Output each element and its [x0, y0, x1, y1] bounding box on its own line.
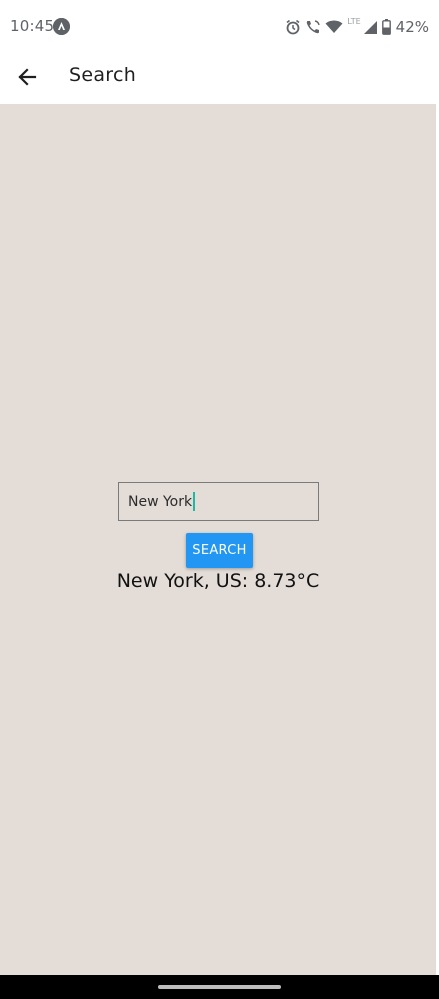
content-area: New York SEARCH New York, US: 8.73°C — [0, 104, 436, 975]
page-title: Search — [69, 64, 137, 86]
lte-label: LTE — [347, 16, 361, 26]
home-gesture-handle[interactable] — [158, 985, 281, 989]
weather-result: New York, US: 8.73°C — [116, 570, 320, 592]
wifi-calling-icon — [305, 19, 321, 35]
battery-percent: 42% — [395, 18, 429, 36]
screen: 10:45 LTE 42% Search New York SEARCH New… — [0, 0, 439, 999]
cell-signal-icon — [363, 20, 378, 35]
search-button[interactable]: SEARCH — [186, 533, 253, 568]
city-search-input[interactable]: New York — [118, 482, 319, 521]
status-icons: LTE 42% — [285, 16, 429, 38]
text-caret — [193, 492, 196, 511]
status-bar: 10:45 LTE 42% — [0, 0, 439, 54]
battery-icon — [381, 19, 391, 35]
wifi-icon — [325, 19, 343, 35]
city-search-value: New York — [128, 493, 193, 510]
alarm-icon — [285, 19, 301, 35]
arrow-left-icon — [18, 68, 37, 86]
navigation-bar — [0, 975, 439, 999]
app-notification-icon — [53, 18, 70, 35]
status-time: 10:45 — [10, 17, 55, 35]
app-bar: Search — [0, 54, 439, 104]
back-button[interactable] — [10, 60, 44, 94]
